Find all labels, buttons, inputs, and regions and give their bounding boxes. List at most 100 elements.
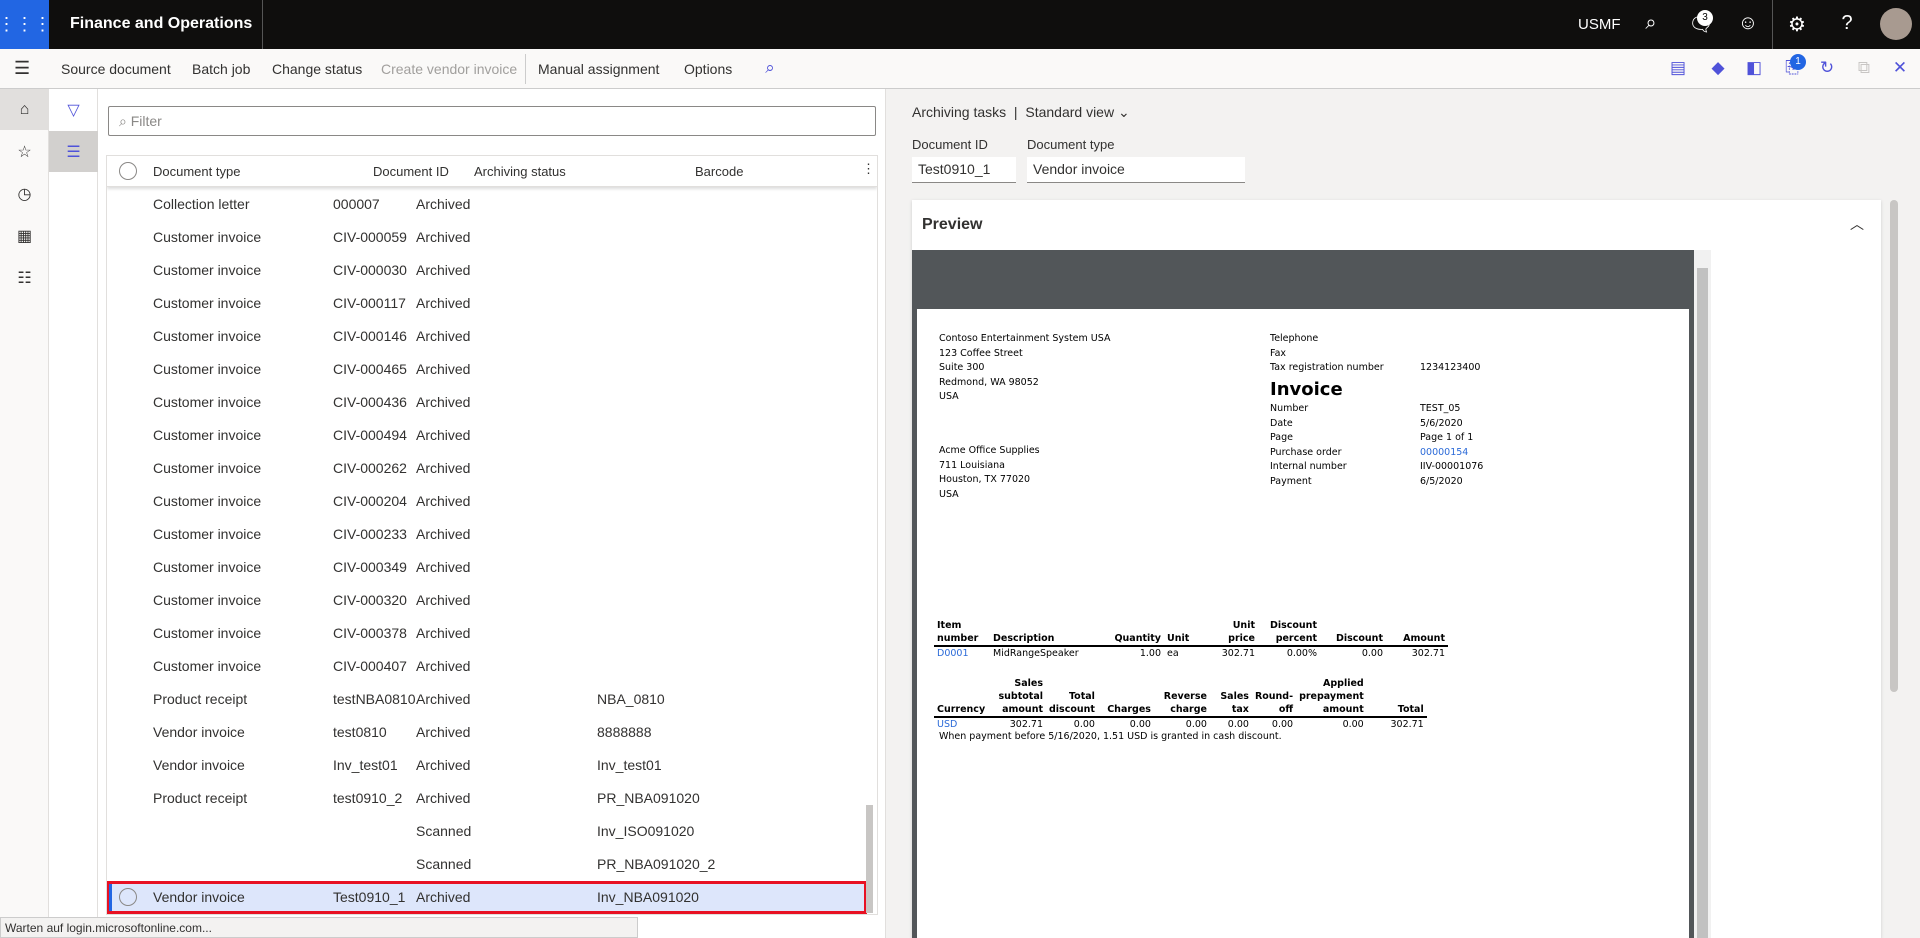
table-row[interactable]: Customer invoice CIV-000146 Archived (107, 320, 867, 353)
user-avatar[interactable] (1880, 8, 1912, 40)
divider (262, 0, 263, 49)
cell-archiving-status: Archived (416, 691, 471, 707)
sender-address-line: Redmond, WA 98052 (939, 376, 1039, 388)
cell-document-id: CIV-000117 (333, 295, 406, 311)
power-apps-icon[interactable]: ◆ (1706, 58, 1730, 78)
cell-barcode: Inv_NBA091020 (597, 889, 699, 905)
chevron-down-icon[interactable]: ⌄ (1118, 104, 1130, 120)
cell-barcode: PR_NBA091020 (597, 790, 700, 806)
invoice-table: Item number Description Quantity Unit Unit p… (934, 619, 1448, 660)
feedback-smiley-icon[interactable]: ☺ (1733, 12, 1763, 35)
table-row[interactable]: Customer invoice CIV-000465 Archived (107, 353, 867, 386)
help-icon[interactable]: ? (1832, 12, 1862, 35)
invoice-line-cell: D0001 (937, 648, 969, 659)
source-document-button[interactable]: Source document (61, 61, 171, 77)
table-row[interactable]: Customer invoice CIV-000436 Archived (107, 386, 867, 419)
home-icon[interactable]: ⌂ (0, 89, 49, 130)
change-status-button[interactable]: Change status (272, 61, 362, 77)
invoice-line-cell: ea (1167, 648, 1179, 659)
list-view-icon[interactable]: ☰ (49, 131, 98, 172)
select-all-radio[interactable] (119, 162, 137, 180)
action-pane: ☰ Source document Batch job Change statu… (0, 49, 1920, 89)
table-row[interactable]: Customer invoice CIV-000233 Archived (107, 518, 867, 551)
breadcrumb-archiving-tasks[interactable]: Archiving tasks (912, 104, 1006, 120)
table-row[interactable]: Customer invoice CIV-000494 Archived (107, 419, 867, 452)
table-row[interactable]: Scanned Inv_ISO091020 (107, 815, 867, 848)
cell-document-id: test0910_2 (333, 790, 403, 806)
more-options-icon[interactable]: ⋮ (862, 161, 875, 177)
cell-document-type: Vendor invoice (153, 724, 245, 740)
viewer-scrollbar-thumb[interactable] (1697, 268, 1708, 938)
manual-assignment-button[interactable]: Manual assignment (538, 61, 659, 77)
invoice-total-cell: 0.00 (1185, 719, 1207, 730)
table-row[interactable]: Collection letter 000007 Archived (107, 188, 867, 221)
table-row[interactable]: Vendor invoice Inv_test01 Archived Inv_test… (107, 749, 867, 782)
office-icon[interactable]: ◧ (1742, 58, 1766, 78)
company-picker[interactable]: USMF (1578, 16, 1621, 33)
settings-gear-icon[interactable]: ⚙ (1782, 12, 1812, 37)
table-row[interactable]: Scanned PR_NBA091020_2 (107, 848, 867, 881)
app-launcher-icon[interactable]: ⋮⋮⋮ (0, 0, 52, 49)
grid-scrollbar[interactable] (866, 805, 873, 913)
cell-document-id: CIV-000204 (333, 493, 407, 509)
open-new-window-icon[interactable]: ⧉ (1852, 58, 1876, 78)
table-row[interactable]: Vendor invoice Test0910_1 Archived Inv_NBA0… (107, 881, 867, 914)
search-action-icon[interactable]: ⌕ (758, 58, 782, 78)
options-button[interactable]: Options (684, 61, 732, 77)
cell-archiving-status: Archived (416, 757, 471, 773)
filter-funnel-icon[interactable]: ▽ (49, 89, 98, 130)
favorites-star-icon[interactable]: ☆ (0, 131, 49, 172)
invoice-table: Currency Sales subtotal amount Total disco… (934, 677, 1427, 731)
create-vendor-invoice-button[interactable]: Create vendor invoice (381, 61, 517, 77)
view-selector[interactable]: Standard view (1025, 104, 1114, 120)
cell-archiving-status: Archived (416, 493, 471, 509)
batch-job-button[interactable]: Batch job (192, 61, 250, 77)
recent-clock-icon[interactable]: ◷ (0, 173, 49, 214)
report-icon[interactable]: ▤ (1666, 58, 1690, 78)
table-row[interactable]: Customer invoice CIV-000059 Archived (107, 221, 867, 254)
preview-header[interactable]: Preview (922, 216, 982, 234)
table-row[interactable]: Customer invoice CIV-000320 Archived (107, 584, 867, 617)
chevron-up-icon[interactable]: ︿ (1850, 214, 1864, 234)
attachments-count: 1 (1790, 54, 1806, 70)
table-row[interactable]: Customer invoice CIV-000407 Archived (107, 650, 867, 683)
invoice-line-cell: 1.00 (1139, 648, 1161, 659)
cell-archiving-status: Archived (416, 196, 471, 212)
cell-barcode: NBA_0810 (597, 691, 665, 707)
hamburger-menu-icon[interactable]: ☰ (14, 58, 30, 79)
column-document-type[interactable]: Document type (153, 164, 240, 179)
meta-value[interactable]: 00000154 (1420, 447, 1468, 458)
table-row[interactable]: Customer invoice CIV-000030 Archived (107, 254, 867, 287)
refresh-icon[interactable]: ↻ (1815, 58, 1839, 78)
cell-archiving-status: Archived (416, 295, 471, 311)
table-row[interactable]: Customer invoice CIV-000262 Archived (107, 452, 867, 485)
invoice-column-header: Currency (934, 677, 994, 718)
filter-input[interactable]: ⌕ Filter (108, 106, 876, 136)
table-row[interactable]: Product receipt test0910_2 Archived PR_NBA0… (107, 782, 867, 815)
search-icon[interactable]: ⌕ (1636, 12, 1666, 35)
column-document-id[interactable]: Document ID (373, 164, 449, 179)
cell-document-type: Customer invoice (153, 625, 262, 641)
cell-archiving-status: Archived (416, 592, 471, 608)
notification-count: 3 (1697, 10, 1713, 26)
table-row[interactable]: Customer invoice CIV-000117 Archived (107, 287, 867, 320)
invoice-line-cell: 302.71 (1411, 648, 1445, 659)
invoice-total-cell: 302.71 (1390, 719, 1424, 730)
modules-list-icon[interactable]: ☷ (0, 257, 49, 298)
table-row[interactable]: Vendor invoice test0810 Archived 8888888 (107, 716, 867, 749)
document-id-field[interactable]: Test0910_1 (912, 157, 1016, 183)
table-row[interactable]: Customer invoice CIV-000204 Archived (107, 485, 867, 518)
document-type-field[interactable]: Vendor invoice (1027, 157, 1245, 183)
pane-scrollbar[interactable] (1890, 200, 1898, 692)
table-row[interactable]: Product receipt testNBA0810 Archived NBA_08… (107, 683, 867, 716)
invoice-column-header: Round-off (1251, 677, 1297, 718)
close-icon[interactable]: ✕ (1888, 58, 1912, 78)
workspaces-icon[interactable]: ▦ (0, 215, 49, 256)
column-barcode[interactable]: Barcode (695, 164, 743, 179)
table-row[interactable]: Customer invoice CIV-000349 Archived (107, 551, 867, 584)
cell-document-id: CIV-000262 (333, 460, 407, 476)
table-row[interactable]: Customer invoice CIV-000378 Archived (107, 617, 867, 650)
row-select-radio[interactable] (119, 888, 137, 906)
cell-barcode: Inv_test01 (597, 757, 662, 773)
column-archiving-status[interactable]: Archiving status (474, 164, 566, 179)
